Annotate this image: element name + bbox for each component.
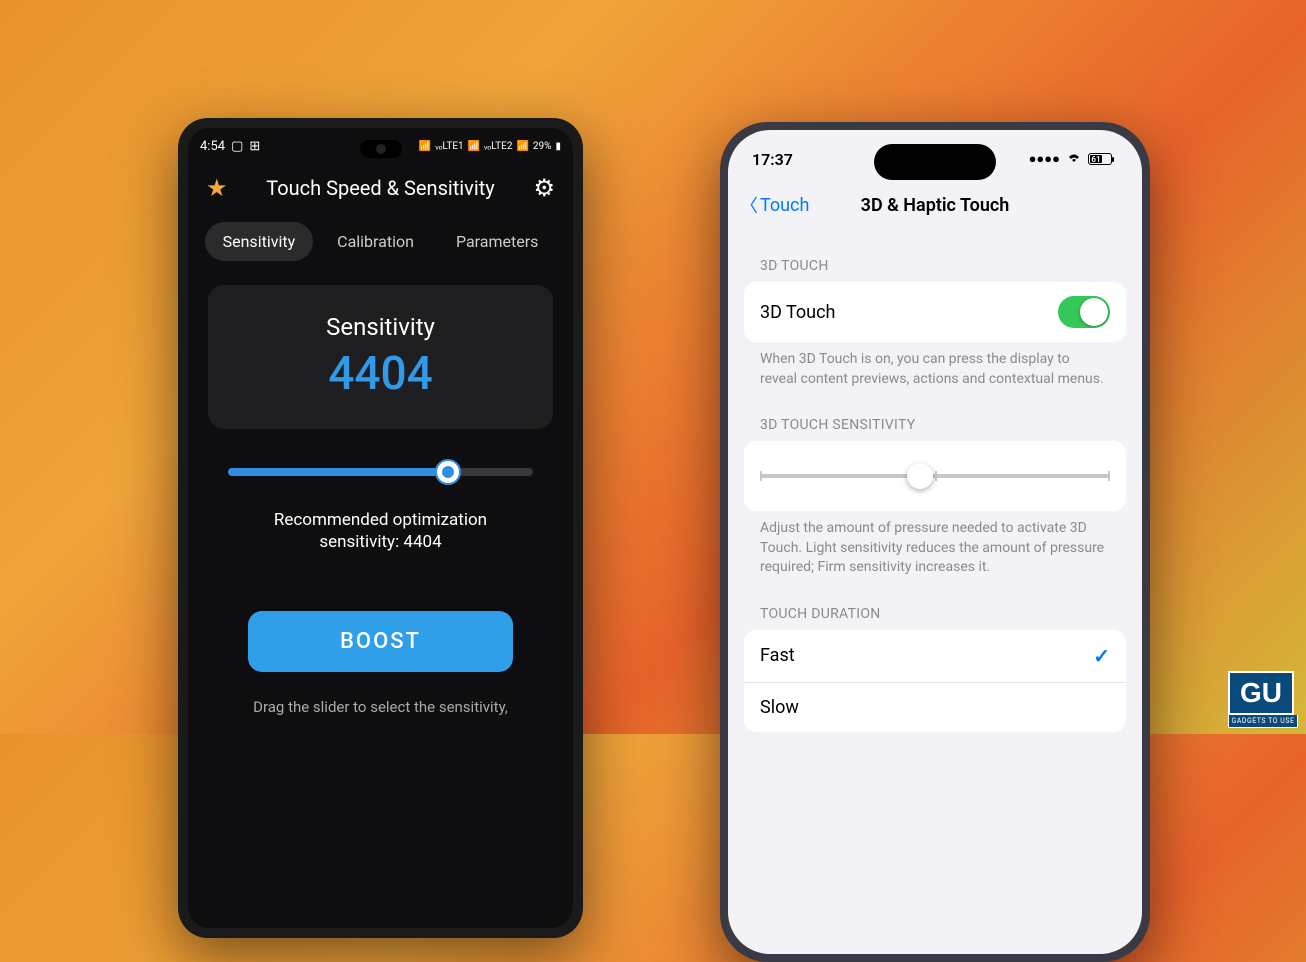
section-header-duration: TOUCH DURATION	[728, 578, 1142, 630]
option-label: Fast	[760, 645, 795, 666]
status-time: 4:54	[200, 139, 225, 154]
section-header-3d-touch: 3D TOUCH	[728, 230, 1142, 282]
android-device-frame: 4:54 ▢ ⊞ 📶 ᵥₒLTE1 📶 ᵥₒLTE2 📶 29% ▮ ★ Tou…	[178, 118, 583, 938]
back-button[interactable]: 〈 Touch	[740, 192, 809, 218]
boost-button[interactable]: BOOST	[248, 611, 513, 672]
tab-sensitivity[interactable]: Sensitivity	[205, 222, 314, 261]
row-3d-touch[interactable]: 3D Touch	[744, 282, 1126, 342]
battery-text: 29%	[533, 141, 552, 152]
android-camera-cutout	[360, 140, 402, 158]
sensitivity-slider-row	[744, 441, 1126, 511]
slider-tick	[935, 471, 937, 481]
section-header-sensitivity: 3D TOUCH SENSITIVITY	[728, 389, 1142, 441]
app-title: Touch Speed & Sensitivity	[228, 176, 534, 200]
slider-tick	[760, 471, 762, 481]
iphone-screen: 17:37 ●●●● 61 〈 Touch 3D & Haptic Touch …	[728, 130, 1142, 954]
rec-line2: sensitivity: 4404	[319, 532, 441, 552]
nav-title: 3D & Haptic Touch	[861, 195, 1010, 216]
duration-option-fast[interactable]: Fast ✓	[744, 630, 1126, 683]
option-label: Slow	[760, 697, 799, 718]
status-time: 17:37	[752, 150, 793, 169]
slider-thumb[interactable]	[907, 463, 933, 489]
signal2-icon: 📶	[516, 141, 528, 152]
sensitivity-slider[interactable]	[228, 457, 533, 487]
slider-fill	[228, 468, 442, 476]
sensitivity-card: Sensitivity 4404	[208, 285, 553, 429]
sensitivity-label: Sensitivity	[228, 313, 533, 341]
tab-bar: Sensitivity Calibration Parameters	[188, 212, 573, 271]
volte-icon: ᵥₒLTE1	[435, 141, 463, 152]
chevron-left-icon: 〈	[740, 192, 758, 218]
back-label: Touch	[760, 195, 809, 216]
android-screen: 4:54 ▢ ⊞ 📶 ᵥₒLTE1 📶 ᵥₒLTE2 📶 29% ▮ ★ Tou…	[188, 128, 573, 928]
iphone-device-frame: 17:37 ●●●● 61 〈 Touch 3D & Haptic Touch …	[720, 122, 1150, 962]
row-label: 3D Touch	[760, 302, 835, 323]
gallery-icon: ▢	[231, 139, 243, 154]
watermark-tagline: GADGETS TO USE	[1228, 715, 1298, 728]
watermark: GU GADGETS TO USE	[1228, 671, 1298, 728]
toggle-3d-touch[interactable]	[1058, 296, 1110, 328]
footer-3d-touch: When 3D Touch is on, you can press the d…	[728, 342, 1142, 389]
duration-option-slow[interactable]: Slow	[744, 683, 1126, 732]
checkmark-icon: ✓	[1093, 644, 1110, 668]
wifi-icon: 📶	[419, 141, 431, 152]
wifi-icon	[1066, 151, 1082, 167]
footer-sensitivity: Adjust the amount of pressure needed to …	[728, 511, 1142, 578]
dynamic-island	[874, 144, 996, 180]
watermark-logo: GU	[1228, 671, 1294, 715]
tab-parameters[interactable]: Parameters	[438, 222, 556, 261]
volte2-icon: ᵥₒLTE2	[484, 141, 512, 152]
app-header: ★ Touch Speed & Sensitivity ⚙	[188, 164, 573, 212]
signal-icon: 📶	[468, 141, 480, 152]
ios-sensitivity-slider[interactable]	[760, 463, 1110, 489]
gear-icon[interactable]: ⚙	[533, 174, 555, 202]
battery-icon: ▮	[555, 141, 561, 152]
drag-hint: Drag the slider to select the sensitivit…	[188, 672, 573, 716]
star-icon[interactable]: ★	[206, 174, 228, 202]
rec-line1: Recommended optimization	[274, 510, 487, 530]
tab-calibration[interactable]: Calibration	[319, 222, 432, 261]
sensitivity-value: 4404	[228, 347, 533, 401]
signal-icon: ●●●●	[1029, 151, 1060, 167]
slider-thumb[interactable]	[435, 459, 461, 485]
ios-nav-bar: 〈 Touch 3D & Haptic Touch	[728, 188, 1142, 230]
slider-tick	[1108, 471, 1110, 481]
battery-level: 61	[1090, 155, 1102, 163]
recommendation-text: Recommended optimization sensitivity: 44…	[188, 499, 573, 563]
battery-icon: 61	[1088, 153, 1112, 165]
duration-list: Fast ✓ Slow	[744, 630, 1126, 732]
app-icon: ⊞	[249, 139, 260, 154]
